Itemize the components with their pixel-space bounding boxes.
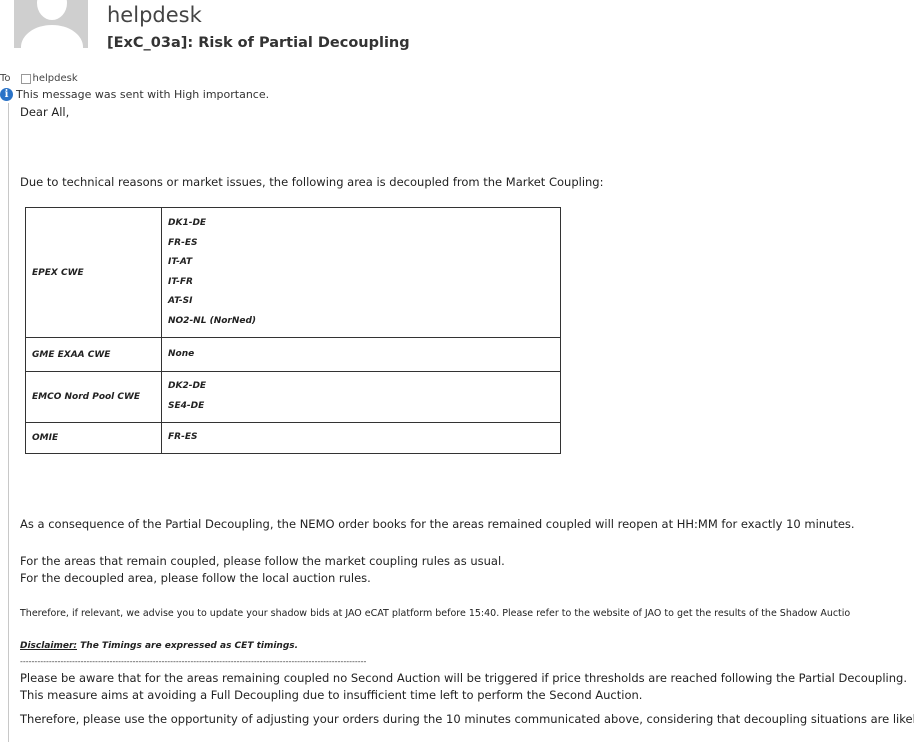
area-item: DK2-DE bbox=[168, 381, 207, 391]
importance-banner: i This message was sent with High import… bbox=[0, 88, 269, 101]
areas-cell: DK1-DE FR-ES IT-AT IT-FR AT-SI NO2-NL (N… bbox=[161, 207, 561, 338]
recipient-name[interactable]: helpdesk bbox=[33, 73, 78, 84]
market-cell: EPEX CWE bbox=[25, 207, 162, 338]
table-row: GME EXAA CWE None bbox=[25, 337, 561, 372]
person-placeholder-icon bbox=[37, 0, 67, 20]
disclaimer: Disclaimer: The Timings are expressed as… bbox=[20, 641, 298, 651]
table-row: EPEX CWE DK1-DE FR-ES IT-AT IT-FR AT-SI … bbox=[25, 207, 561, 338]
area-item: FR-ES bbox=[168, 432, 198, 443]
area-item: NO2-NL (NorNed) bbox=[168, 315, 257, 326]
greeting: Dear All, bbox=[20, 105, 70, 119]
opportunity-text: Therefore, please use the opportunity of… bbox=[20, 712, 914, 726]
importance-text: This message was sent with High importan… bbox=[16, 88, 270, 101]
area-item: None bbox=[168, 348, 195, 359]
areas-cell: FR-ES bbox=[161, 422, 561, 454]
intro-text: Due to technical reasons or market issue… bbox=[20, 175, 604, 189]
recipient-line: To helpdesk bbox=[0, 73, 78, 84]
market-cell: GME EXAA CWE bbox=[25, 337, 162, 372]
table-row: OMIE FR-ES bbox=[25, 422, 561, 454]
areas-cell: DK2-DE SE4-DE bbox=[161, 371, 561, 423]
areas-cell: None bbox=[161, 337, 561, 372]
area-item: IT-AT bbox=[168, 257, 193, 267]
sender-avatar bbox=[14, 0, 88, 48]
area-item: FR-ES bbox=[168, 237, 198, 248]
shadow-bids-note: Therefore, if relevant, we advise you to… bbox=[20, 608, 851, 619]
area-item: DK1-DE bbox=[168, 218, 207, 228]
market-cell: EMCO Nord Pool CWE bbox=[25, 371, 162, 423]
to-label: To bbox=[0, 73, 11, 84]
market-cell: OMIE bbox=[25, 422, 162, 454]
table-row: EMCO Nord Pool CWE DK2-DE SE4-DE bbox=[25, 371, 561, 423]
consequence-text: As a consequence of the Partial Decoupli… bbox=[20, 517, 855, 531]
info-icon: i bbox=[0, 88, 13, 101]
recipient-checkbox[interactable] bbox=[20, 73, 31, 84]
coupled-rules-text: For the areas that remain coupled, pleas… bbox=[20, 554, 505, 568]
disclaimer-label: Disclaimer: bbox=[20, 641, 78, 651]
decoupled-rules-text: For the decoupled area, please follow th… bbox=[20, 571, 371, 585]
email-subject: [ExC_03a]: Risk of Partial Decoupling bbox=[107, 35, 410, 51]
area-item: SE4-DE bbox=[168, 400, 205, 411]
area-item: IT-FR bbox=[168, 276, 193, 287]
message-border bbox=[8, 103, 9, 742]
separator-line: ----------------------------------------… bbox=[20, 657, 367, 666]
sender-name[interactable]: helpdesk bbox=[107, 3, 202, 27]
measure-text: This measure aims at avoiding a Full Dec… bbox=[20, 688, 643, 702]
disclaimer-text: The Timings are expressed as CET timings… bbox=[77, 641, 299, 651]
aware-text: Please be aware that for the areas remai… bbox=[20, 671, 907, 685]
area-item: AT-SI bbox=[168, 296, 193, 306]
decoupled-areas-table: EPEX CWE DK1-DE FR-ES IT-AT IT-FR AT-SI … bbox=[25, 207, 561, 454]
